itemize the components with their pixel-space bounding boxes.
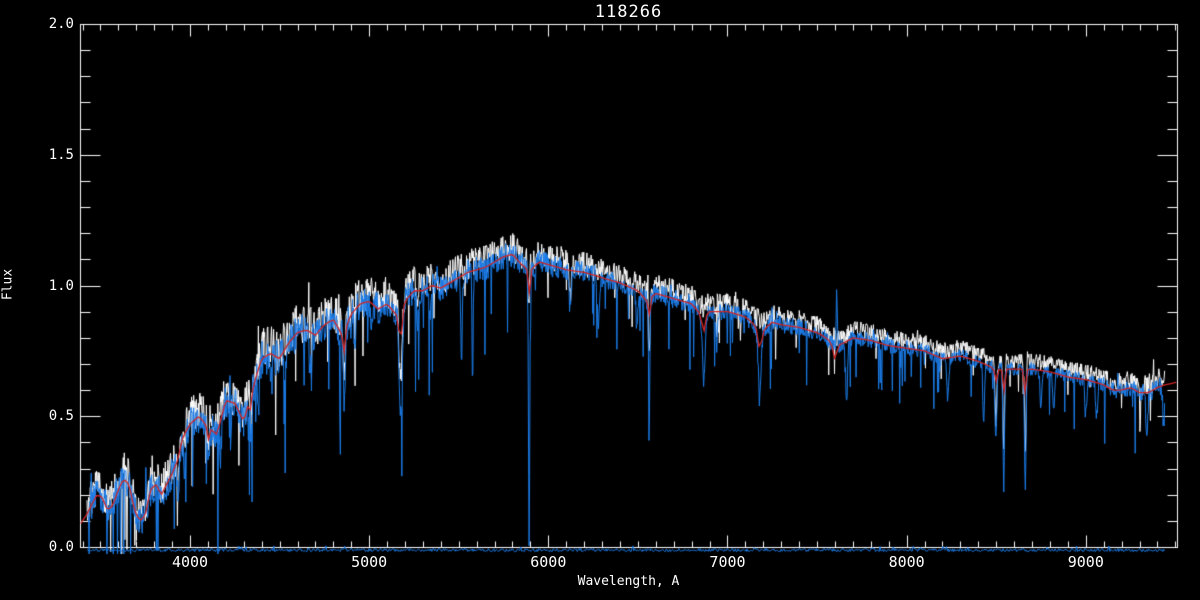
x-tick-label: 9000 [1067,553,1104,571]
spectrum-chart: 118266 Wavelength, A Flux 4000 5000 6000 70… [0,0,1200,600]
y-axis-label: Flux [0,268,16,301]
x-tick-label: 4000 [171,553,209,571]
x-tick-label: 6000 [530,553,567,571]
spectrum-plot-canvas [0,0,1200,600]
x-axis-label: Wavelength, A [577,574,680,589]
y-tick-label: 0.0 [48,539,74,555]
x-tick-label: 8000 [888,553,925,571]
y-tick-label: 0.5 [48,408,74,425]
y-tick-label: 2.0 [48,16,74,32]
x-tick-label: 5000 [351,553,388,571]
x-tick-label: 7000 [709,553,746,571]
chart-title: 118266 [594,2,663,22]
y-tick-label: 1.0 [48,277,74,294]
y-tick-label: 1.5 [48,146,74,163]
